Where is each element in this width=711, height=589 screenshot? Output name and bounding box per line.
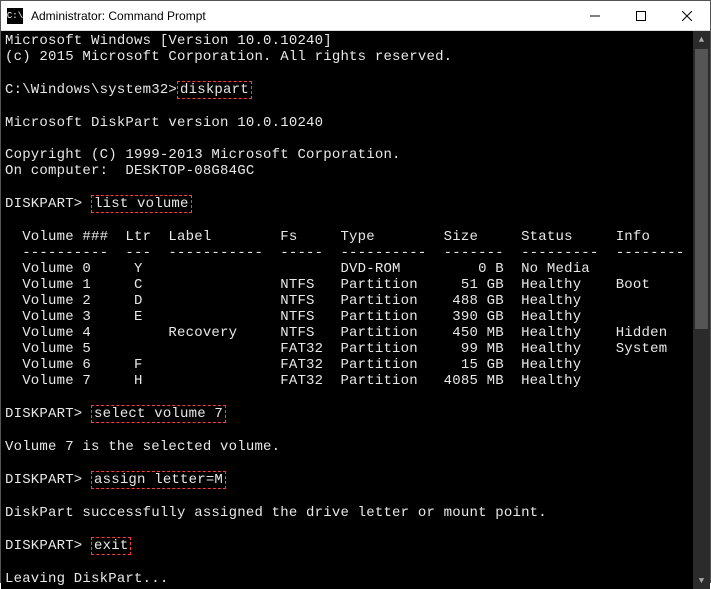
scroll-up-arrow-icon[interactable]: ▲ [693,31,710,48]
diskpart-prompt: DISKPART> [5,406,91,422]
diskpart-version: Microsoft DiskPart version 10.0.10240 [5,115,323,131]
msg-letter-assigned: DiskPart successfully assigned the drive… [5,505,547,521]
table-header: Volume ### Ltr Label Fs Type Size Status… [5,229,650,245]
cmd-diskpart: diskpart [177,81,252,99]
diskpart-computer: On computer: DESKTOP-08G84GC [5,163,254,179]
maximize-icon [636,11,646,21]
window-controls [572,1,710,31]
diskpart-prompt: DISKPART> [5,196,91,212]
table-row: Volume 2 D NTFS Partition 488 GB Healthy [5,293,581,309]
scroll-down-arrow-icon[interactable]: ▼ [693,572,710,589]
table-divider: ---------- --- ----------- ----- -------… [5,245,685,261]
minimize-button[interactable] [572,1,618,31]
table-row: Volume 7 H FAT32 Partition 4085 MB Healt… [5,373,581,389]
msg-volume-selected: Volume 7 is the selected volume. [5,439,280,455]
cmd-select-volume: select volume 7 [91,405,226,423]
table-row: Volume 4 Recovery NTFS Partition 450 MB … [5,325,667,341]
copyright-line: (c) 2015 Microsoft Corporation. All righ… [5,49,452,65]
minimize-icon [590,11,600,21]
diskpart-prompt: DISKPART> [5,538,91,554]
vertical-scrollbar[interactable]: ▲ ▼ [693,31,710,589]
cmd-assign-letter: assign letter=M [91,471,226,489]
diskpart-copyright: Copyright (C) 1999-2013 Microsoft Corpor… [5,147,401,163]
table-row: Volume 3 E NTFS Partition 390 GB Healthy [5,309,581,325]
scrollbar-thumb[interactable] [695,49,708,329]
table-row: Volume 0 Y DVD-ROM 0 B No Media [5,261,590,277]
diskpart-prompt: DISKPART> [5,472,91,488]
table-row: Volume 6 F FAT32 Partition 15 GB Healthy [5,357,581,373]
close-button[interactable] [664,1,710,31]
prompt-path: C:\Windows\system32> [5,82,177,98]
command-prompt-window: C:\ Administrator: Command Prompt Micros… [0,0,711,583]
os-version-line: Microsoft Windows [Version 10.0.10240] [5,33,332,49]
window-title: Administrator: Command Prompt [29,9,572,23]
maximize-button[interactable] [618,1,664,31]
msg-leaving: Leaving DiskPart... [5,571,168,587]
table-row: Volume 5 FAT32 Partition 99 MB Healthy S… [5,341,667,357]
terminal-area: Microsoft Windows [Version 10.0.10240] (… [1,31,710,589]
cmd-exit: exit [91,537,131,555]
close-icon [682,11,692,21]
cmd-list-volume: list volume [91,195,192,213]
terminal-output[interactable]: Microsoft Windows [Version 10.0.10240] (… [1,31,693,589]
table-row: Volume 1 C NTFS Partition 51 GB Healthy … [5,277,650,293]
app-icon: C:\ [7,8,23,24]
titlebar[interactable]: C:\ Administrator: Command Prompt [1,1,710,31]
